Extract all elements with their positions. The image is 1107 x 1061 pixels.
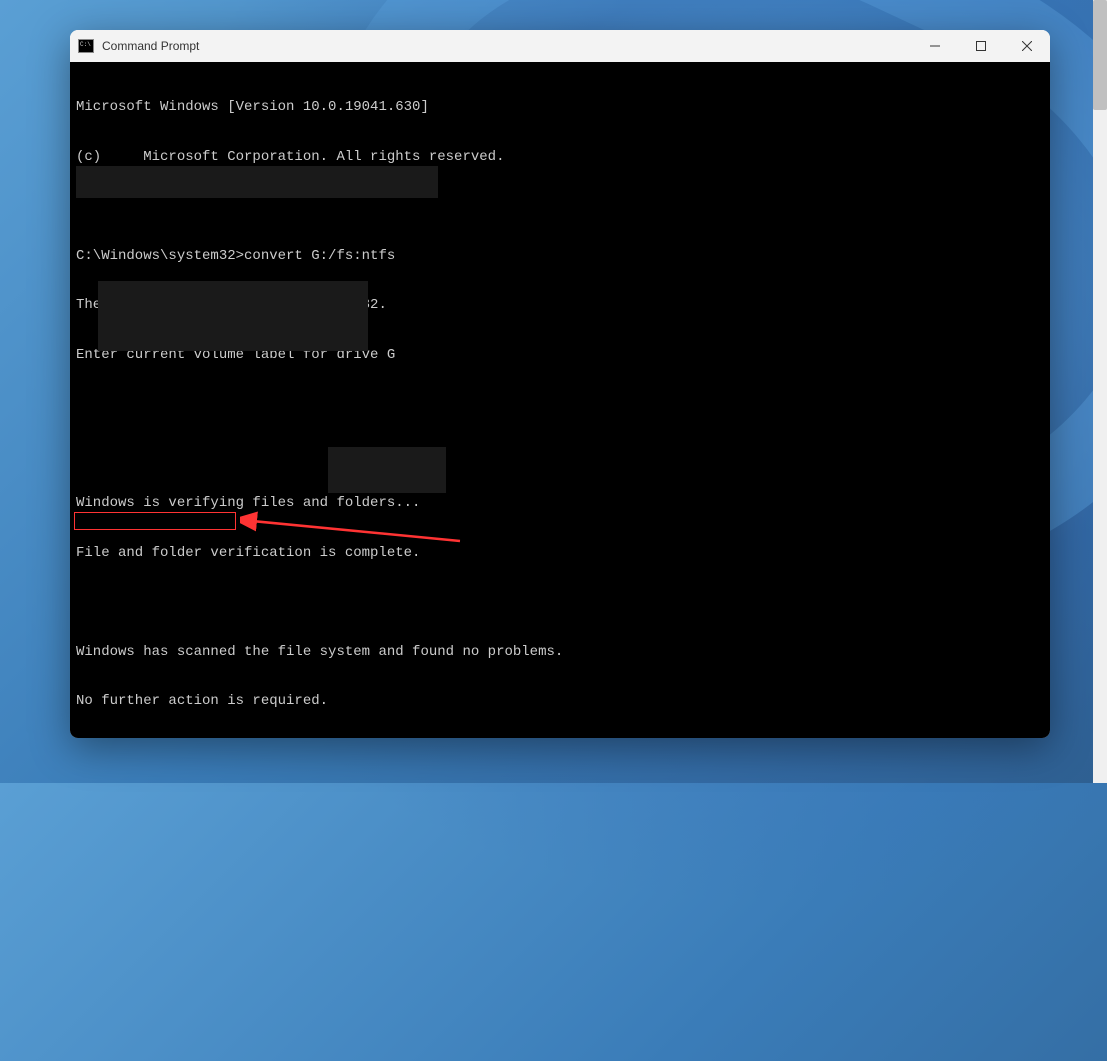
close-button[interactable] <box>1004 30 1050 62</box>
terminal-line: Microsoft Windows [Version 10.0.19041.63… <box>76 99 1044 116</box>
window-titlebar[interactable]: Command Prompt <box>70 30 1050 62</box>
terminal-line <box>76 198 1044 215</box>
terminal-line: C:\Windows\system32>convert G:/fs:ntfs <box>76 248 1044 265</box>
page-scrollbar-thumb[interactable] <box>1093 0 1107 110</box>
redacted-region <box>328 447 446 493</box>
terminal-line: Windows is verifying files and folders..… <box>76 495 1044 512</box>
redacted-region <box>76 166 438 198</box>
redacted-region <box>98 281 368 351</box>
terminal-line: File and folder verification is complete… <box>76 545 1044 562</box>
cmd-icon <box>78 39 94 53</box>
annotation-arrow-icon <box>240 507 470 547</box>
terminal-line <box>76 594 1044 611</box>
minimize-icon <box>930 41 940 51</box>
terminal-line <box>76 396 1044 413</box>
command-prompt-window: Command Prompt Microsoft Windows [Versio… <box>70 30 1050 738</box>
terminal-line: (c) Microsoft Corporation. All rights re… <box>76 149 1044 166</box>
window-title: Command Prompt <box>102 39 912 53</box>
terminal-line: Windows has scanned the file system and … <box>76 644 1044 661</box>
maximize-icon <box>976 41 986 51</box>
terminal-output[interactable]: Microsoft Windows [Version 10.0.19041.63… <box>70 62 1050 738</box>
minimize-button[interactable] <box>912 30 958 62</box>
close-icon <box>1022 41 1032 51</box>
window-controls <box>912 30 1050 62</box>
terminal-line <box>76 446 1044 463</box>
maximize-button[interactable] <box>958 30 1004 62</box>
annotation-highlight-box <box>74 512 236 530</box>
page-scrollbar[interactable] <box>1093 0 1107 783</box>
terminal-line: No further action is required. <box>76 693 1044 710</box>
